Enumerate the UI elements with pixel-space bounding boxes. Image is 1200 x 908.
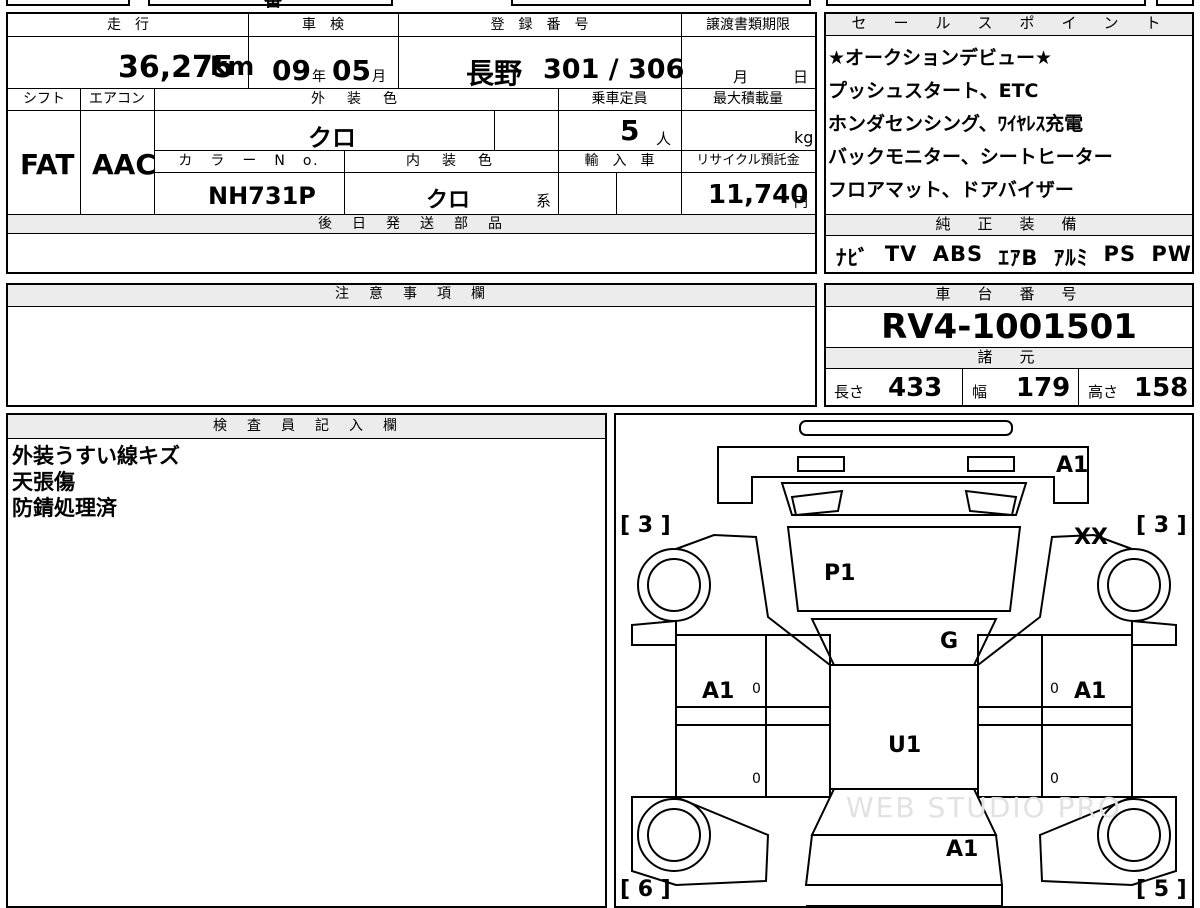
inspection-header: 車 検: [302, 17, 344, 33]
top-strip: 番: [6, 0, 1194, 11]
registration-number: 301 / 306: [543, 54, 685, 85]
chassis-no-value: RV4-1001501: [881, 307, 1137, 347]
sales-point: ホンダセンシング、ﾜｲﾔﾚｽ充電: [828, 113, 1084, 135]
capacity-unit: 人: [656, 130, 672, 148]
inspector-note: 防錆処理済: [12, 496, 117, 520]
deadline-month-unit: 月: [733, 68, 749, 86]
mileage-header: 走 行: [107, 17, 149, 33]
sales-point: フロアマット、ドアバイザー: [828, 179, 1074, 201]
sales-points-box: セ ー ル ス ポ イ ン ト ★オークションデビュー★ プッシュスタート、ET…: [824, 12, 1194, 274]
deadline-day-unit: 日: [793, 68, 809, 86]
month-unit: 月: [372, 69, 386, 85]
damage-right-front-door: A1: [1074, 679, 1107, 704]
damage-left-front-door: A1: [702, 679, 735, 704]
damage-hood: P1: [824, 561, 856, 586]
height-label: 高さ: [1088, 383, 1119, 401]
height-value: 158: [1134, 373, 1189, 403]
later-parts-header: 後 日 発 送 部 品: [8, 215, 815, 234]
damage-windshield: G: [940, 629, 959, 654]
interior-suffix: 系: [536, 192, 552, 210]
car-condition-diagram: [ 3 ] [ 3 ] [ 6 ] [ 5 ] A1 XX P1 G A1 A1…: [614, 413, 1194, 908]
inspector-note: 天張傷: [12, 470, 75, 494]
tire-mark-rear-right: [ 5 ]: [1136, 877, 1187, 902]
equipment-item: ABS: [932, 242, 984, 266]
interior-color-header: 内 装 色: [406, 153, 496, 169]
vehicle-info-table: 走 行 車 検 登 録 番 号 譲渡書類期限 36,275 km 09 年 05…: [6, 12, 817, 274]
equipment-item: ｴｱB: [998, 246, 1039, 270]
exterior-color-value: クロ: [308, 124, 356, 152]
damage-roof: U1: [888, 733, 922, 758]
mileage-unit: km: [210, 52, 255, 82]
length-value: 433: [888, 373, 943, 403]
transfer-deadline-header: 譲渡書類期限: [706, 17, 790, 33]
equipment-item: ﾅﾋﾞ: [836, 246, 870, 270]
length-label: 長さ: [834, 383, 865, 401]
inspector-box: 検 査 員 記 入 欄 外装うすい線キズ 天張傷 防錆処理済: [6, 413, 607, 908]
door-zero-mark: 0: [752, 681, 761, 697]
door-zero-mark: 0: [752, 771, 761, 787]
door-zero-mark: 0: [1050, 681, 1059, 697]
interior-color-value: クロ: [426, 188, 471, 213]
inspector-notes: 外装うすい線キズ 天張傷 防錆処理済: [12, 443, 180, 521]
sales-point: ★オークションデビュー★: [828, 47, 1053, 69]
max-load-unit: kg: [794, 128, 814, 147]
sales-points-list: ★オークションデビュー★ プッシュスタート、ETC ホンダセンシング、ﾜｲﾔﾚｽ…: [828, 42, 1113, 207]
width-label: 幅: [972, 383, 988, 401]
damage-front-right-corner: XX: [1074, 525, 1108, 550]
capacity-value: 5: [620, 114, 640, 147]
sales-point: バックモニター、シートヒーター: [828, 146, 1113, 168]
equipment-item: PS: [1103, 242, 1137, 266]
inspection-month: 05: [332, 54, 371, 87]
watermark: WEB STUDIO PRO: [846, 791, 1122, 824]
chassis-specs-box: 車 台 番 号 RV4-1001501 諸 元 長さ 433 幅 179 高さ …: [824, 283, 1194, 407]
equipment-item: ｱﾙﾐ: [1053, 246, 1089, 270]
equipment-item: TV: [884, 242, 918, 266]
car-outline: [631, 420, 1177, 906]
notes-header: 注 意 事 項 欄: [8, 285, 815, 307]
registration-header: 登 録 番 号: [490, 17, 589, 33]
inspector-note: 外装うすい線キズ: [12, 444, 180, 468]
max-load-header: 最大積載量: [713, 91, 783, 107]
import-header: 輸 入 車: [584, 153, 655, 169]
top-strip-text: 番: [264, 0, 282, 11]
sales-points-header: セ ー ル ス ポ イ ン ト: [826, 14, 1192, 36]
specs-header: 諸 元: [826, 347, 1192, 369]
equipment-item: PW: [1151, 242, 1192, 266]
damage-front-bumper: A1: [1056, 453, 1089, 478]
notes-box: 注 意 事 項 欄: [6, 283, 817, 407]
inspection-year: 09: [272, 54, 311, 87]
tire-mark-front-left: [ 3 ]: [620, 513, 671, 538]
chassis-no-header: 車 台 番 号: [826, 285, 1192, 307]
tire-mark-front-right: [ 3 ]: [1136, 513, 1187, 538]
exterior-color-header: 外 装 色: [311, 91, 401, 107]
inspector-header: 検 査 員 記 入 欄: [8, 415, 605, 439]
shift-value: FAT: [20, 148, 75, 181]
color-no-value: NH731P: [208, 182, 316, 210]
recycle-header: リサイクル預託金: [696, 153, 800, 168]
genuine-equipment-header: 純 正 装 備: [826, 214, 1192, 236]
width-value: 179: [1016, 373, 1071, 403]
sales-point: プッシュスタート、ETC: [828, 80, 1039, 102]
equipment-list: ﾅﾋﾞ TV ABS ｴｱB ｱﾙﾐ PS PW: [836, 242, 1192, 272]
aircon-header: エアコン: [89, 91, 145, 107]
capacity-header: 乗車定員: [591, 91, 648, 107]
year-unit: 年: [312, 69, 326, 85]
registration-area: 長野: [466, 57, 523, 90]
door-zero-mark: 0: [1050, 771, 1059, 787]
damage-rear: A1: [946, 837, 979, 862]
recycle-unit: 円: [794, 195, 808, 211]
aircon-value: AAC: [92, 148, 156, 181]
color-no-header: カ ラ ー N o.: [178, 153, 320, 169]
shift-header: シフト: [23, 91, 65, 107]
tire-mark-rear-left: [ 6 ]: [620, 877, 671, 902]
